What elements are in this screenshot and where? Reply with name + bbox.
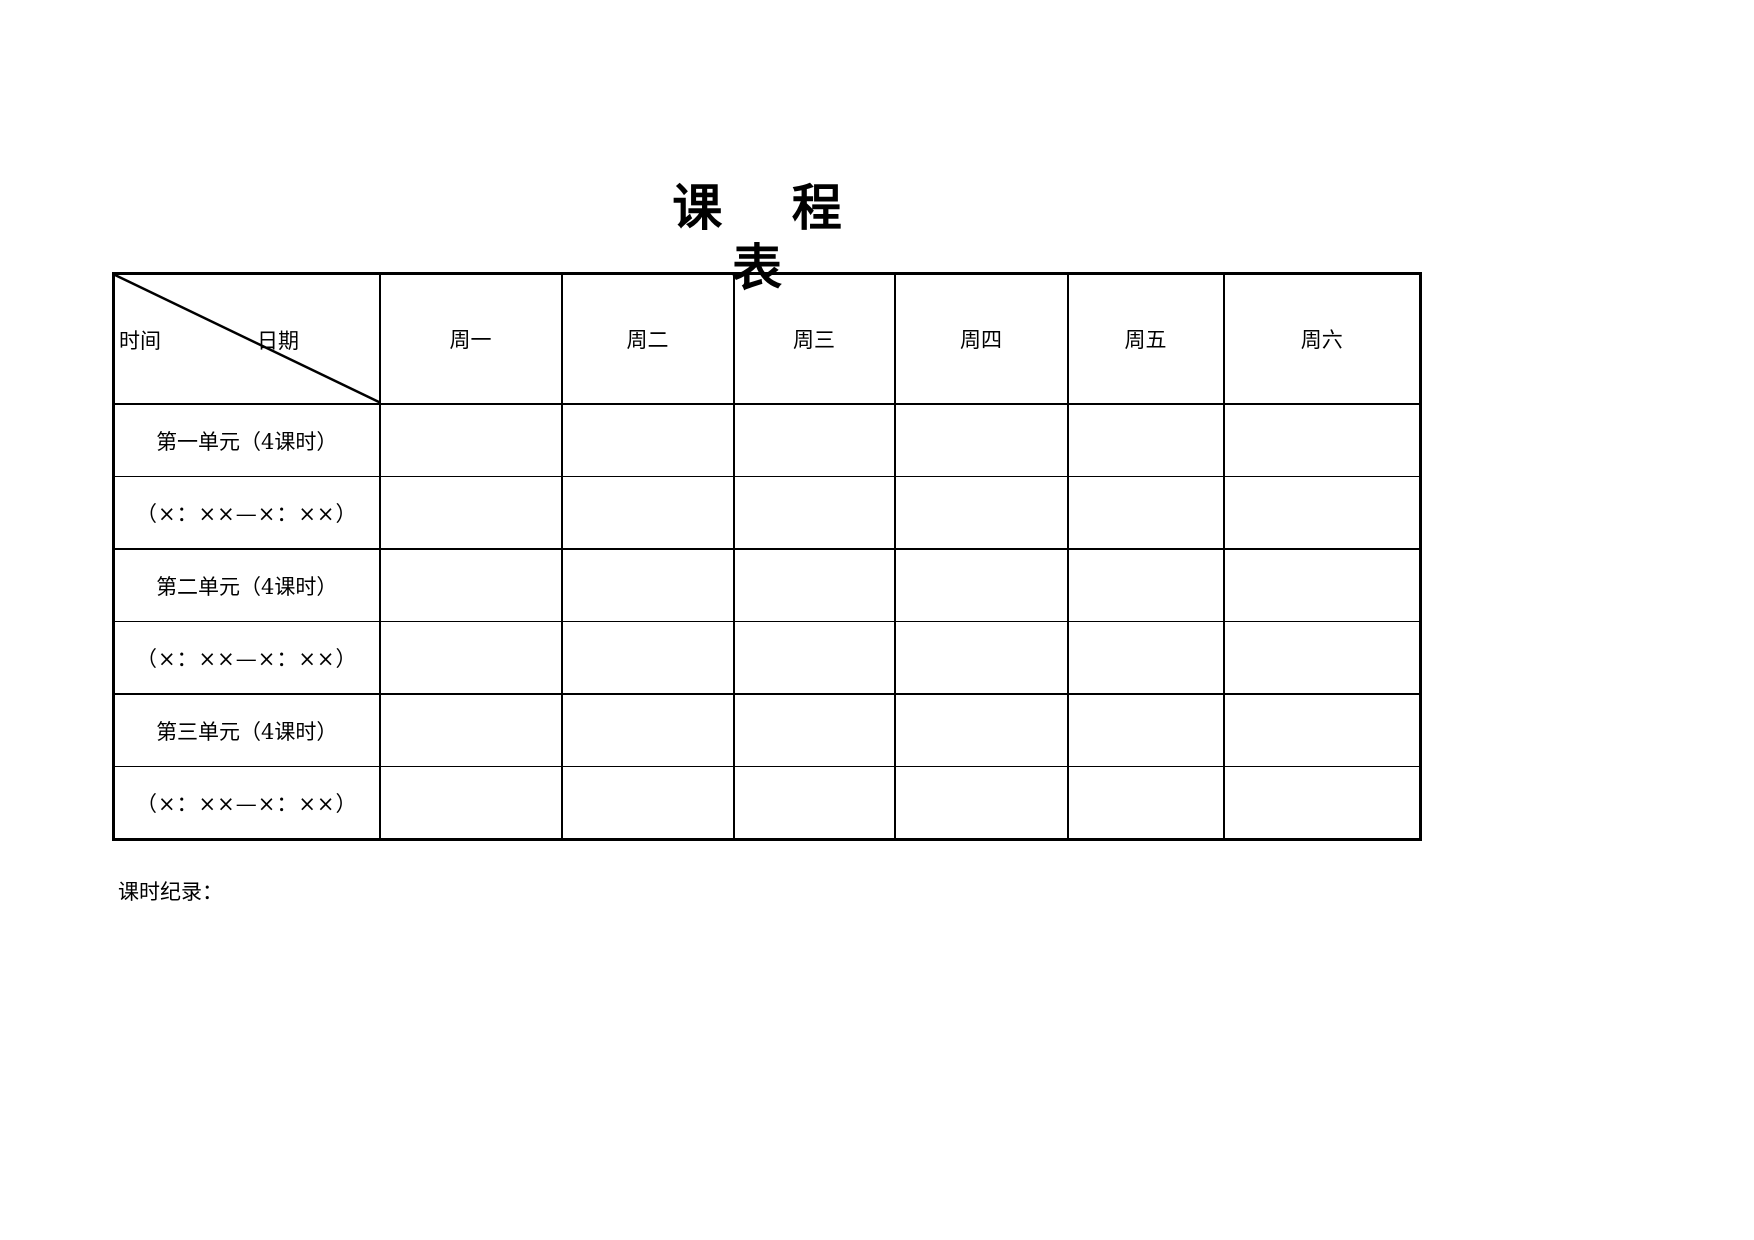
schedule-cell[interactable] [1066,549,1225,622]
table-row: 第二单元（4课时） [112,549,1422,622]
schedule-cell[interactable] [732,621,896,695]
schedule-cell[interactable] [1222,766,1422,841]
schedule-cell[interactable] [378,476,563,550]
schedule-cell[interactable] [1222,404,1422,477]
schedule-cell[interactable] [1066,621,1225,695]
schedule-cell[interactable] [1066,766,1225,841]
schedule-cell[interactable] [893,621,1069,695]
schedule-cell[interactable] [560,476,735,550]
day-header-thu: 周四 [893,273,1069,405]
schedule-cell[interactable] [378,404,563,477]
schedule-cell[interactable] [893,476,1069,550]
day-header-mon: 周一 [378,273,563,405]
header-row: 时间 日期 周一 周二 周三 周四 周五 周六 [112,273,1422,405]
table-row: （×：××—×：××） [112,476,1422,550]
schedule-cell[interactable] [893,404,1069,477]
schedule-cell[interactable] [1222,621,1422,695]
table-row: 第一单元（4课时） [112,404,1422,477]
schedule-cell[interactable] [378,549,563,622]
corner-cell: 时间 日期 [112,273,381,405]
schedule-cell[interactable] [1066,404,1225,477]
schedule-cell[interactable] [560,621,735,695]
schedule-cell[interactable] [893,766,1069,841]
schedule-table: 时间 日期 周一 周二 周三 周四 周五 周六 第一单元（4课时） （×：××—… [112,272,1422,841]
day-header-wed: 周三 [732,273,896,405]
schedule-cell[interactable] [560,766,735,841]
row-label: 第一单元（4课时） [112,404,381,477]
row-label: （×：××—×：××） [112,766,381,841]
day-header-fri: 周五 [1066,273,1225,405]
date-label: 日期 [257,329,299,353]
row-label: 第二单元（4课时） [112,549,381,622]
table-row: 第三单元（4课时） [112,694,1422,767]
table-row: （×：××—×：××） [112,766,1422,841]
schedule-cell[interactable] [1066,476,1225,550]
schedule-cell[interactable] [1066,694,1225,767]
schedule-cell[interactable] [732,549,896,622]
schedule-cell[interactable] [732,476,896,550]
schedule-cell[interactable] [732,766,896,841]
schedule-cell[interactable] [378,766,563,841]
hours-record-label: 课时纪录： [118,880,223,904]
schedule-cell[interactable] [893,694,1069,767]
schedule-cell[interactable] [560,694,735,767]
day-header-sat: 周六 [1222,273,1422,405]
schedule-cell[interactable] [1222,694,1422,767]
row-label: （×：××—×：××） [112,621,381,695]
table-row: （×：××—×：××） [112,621,1422,695]
schedule-cell[interactable] [378,621,563,695]
schedule-cell[interactable] [732,694,896,767]
schedule-cell[interactable] [560,404,735,477]
schedule-cell[interactable] [1222,549,1422,622]
row-label: 第三单元（4课时） [112,694,381,767]
day-header-tue: 周二 [560,273,735,405]
schedule-cell[interactable] [893,549,1069,622]
schedule-cell[interactable] [560,549,735,622]
schedule-cell[interactable] [1222,476,1422,550]
time-label: 时间 [119,329,161,353]
row-label: （×：××—×：××） [112,476,381,550]
schedule-cell[interactable] [732,404,896,477]
schedule-cell[interactable] [378,694,563,767]
